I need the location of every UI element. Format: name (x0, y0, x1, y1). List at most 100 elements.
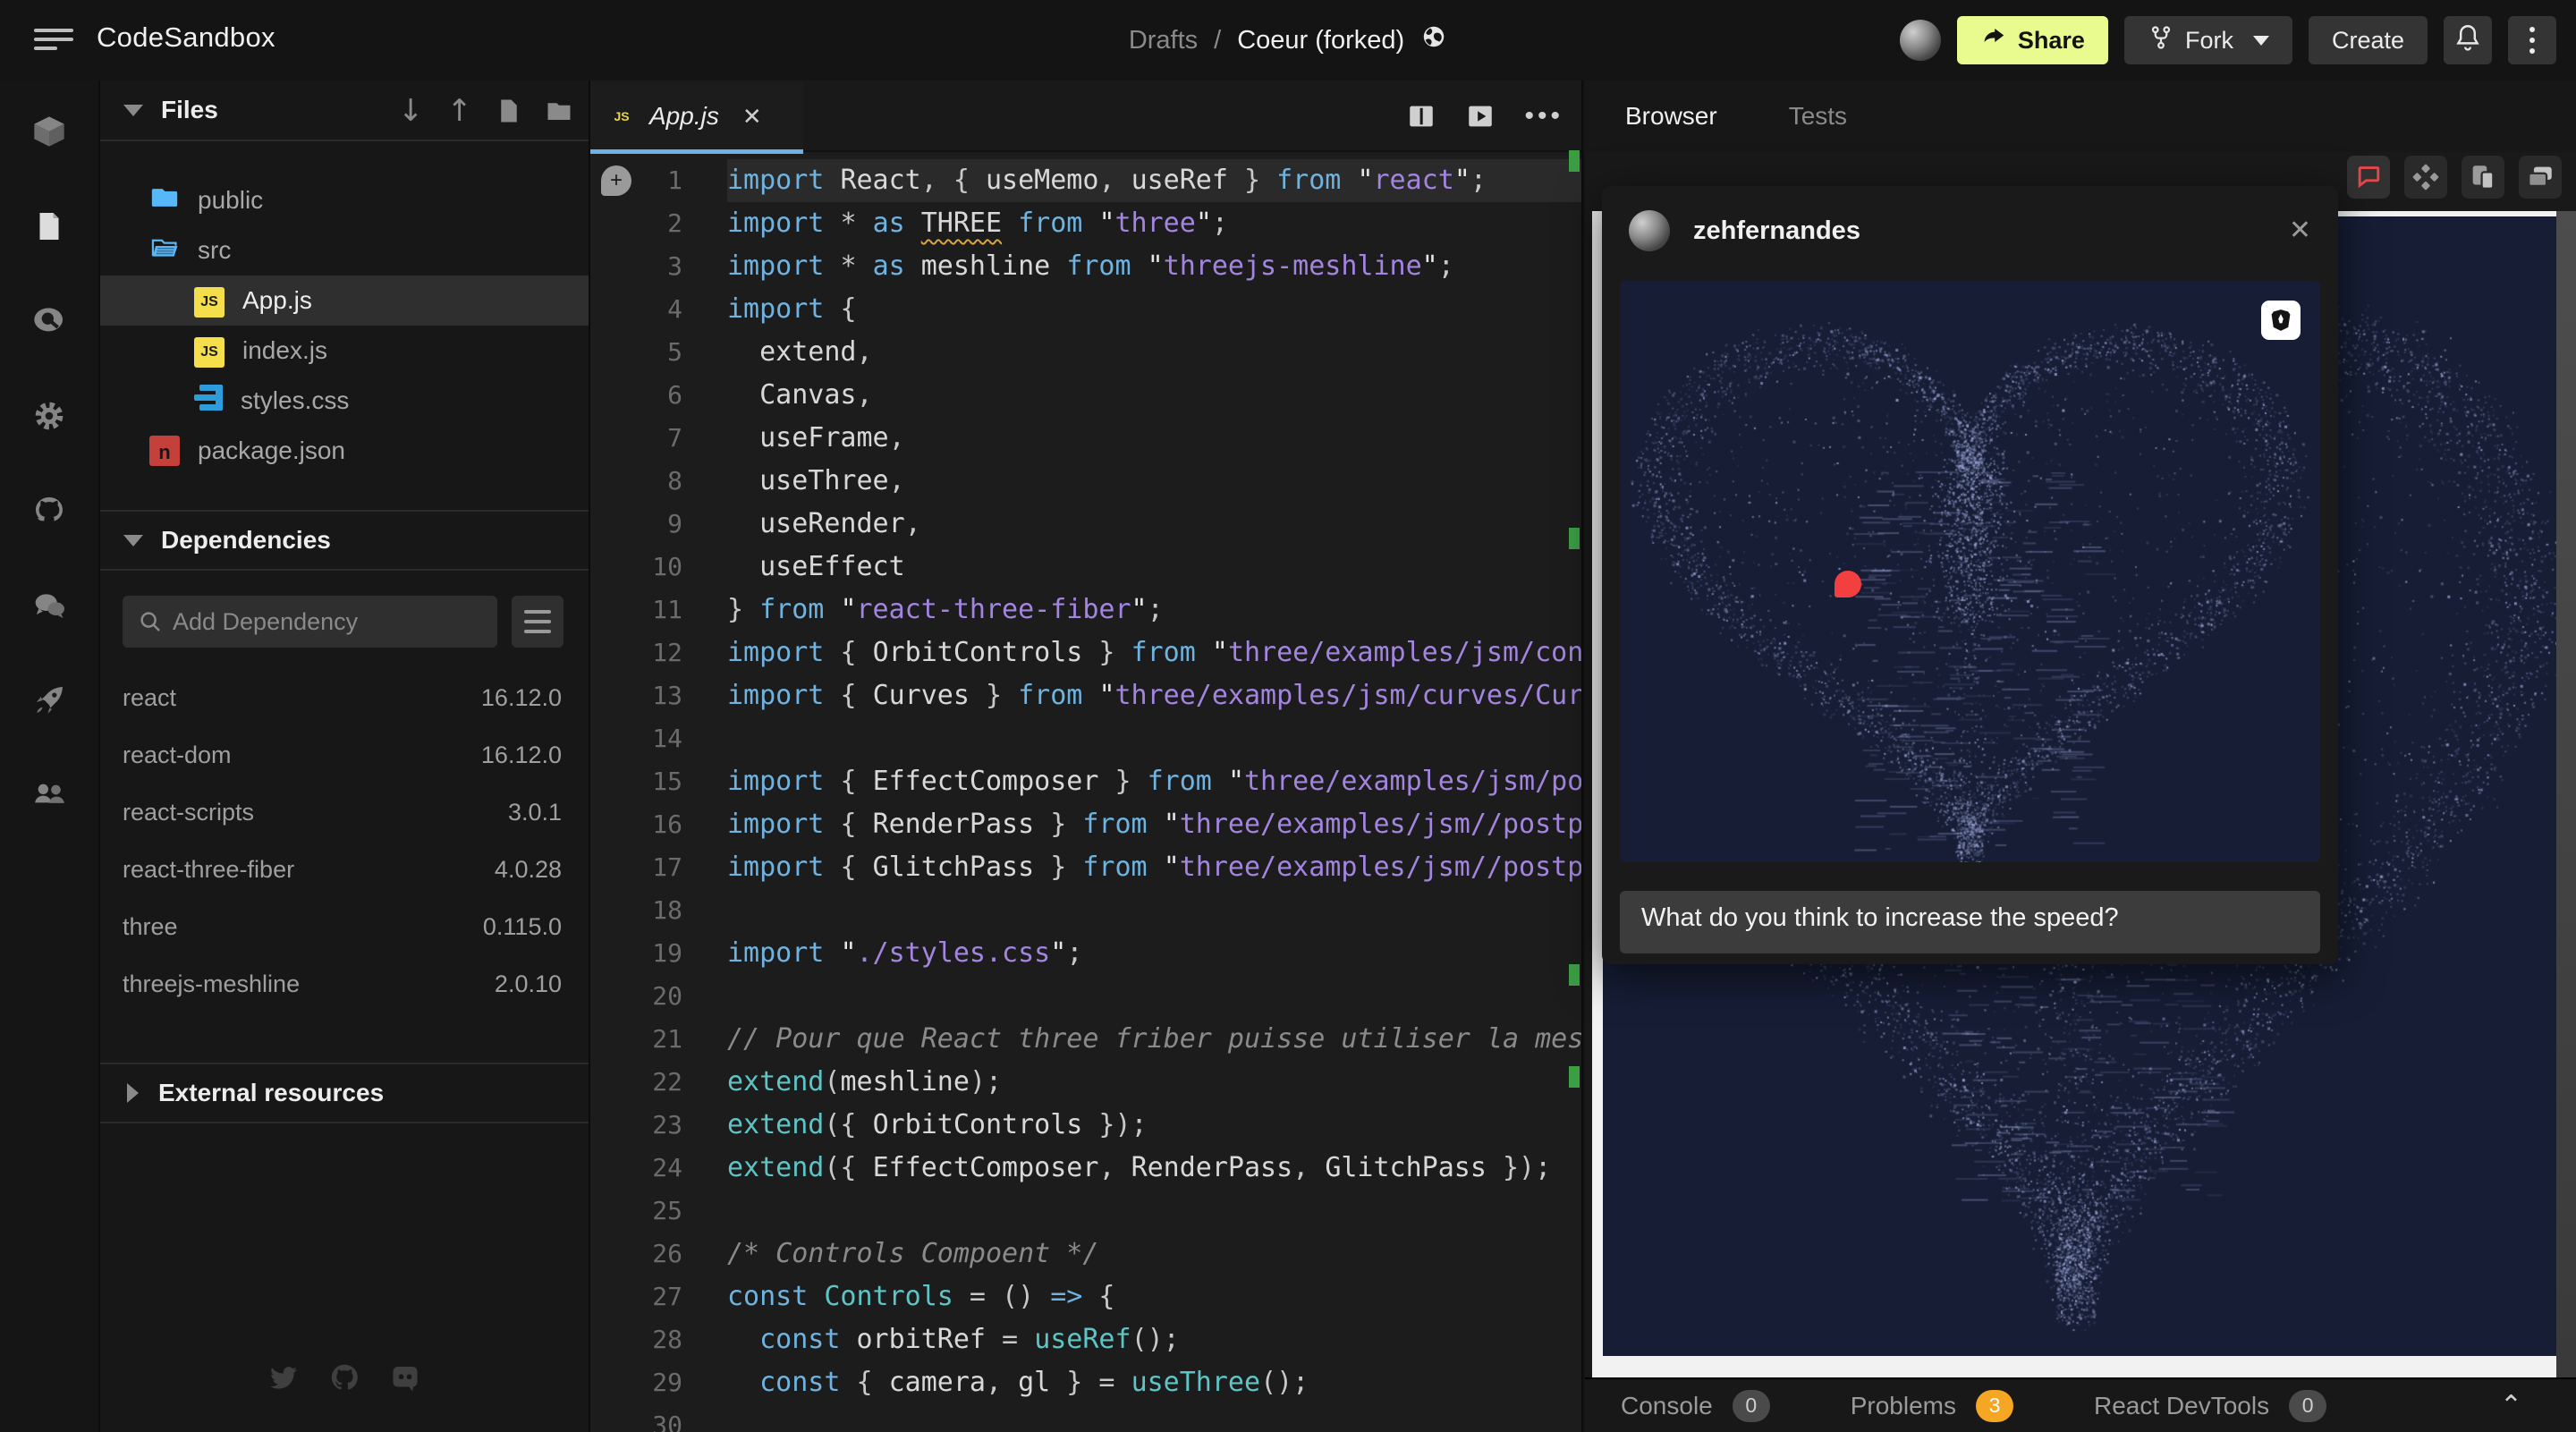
breadcrumb-current[interactable]: Coeur (forked) (1237, 26, 1404, 55)
code-text: import { OrbitControls } from "three/exa… (727, 631, 1581, 674)
dependency-row[interactable]: three 0.115.0 (100, 898, 589, 955)
code-text: import { Curves } from "three/examples/j… (727, 674, 1581, 717)
new-folder-icon[interactable] (546, 97, 572, 124)
tree-item-public[interactable]: public (100, 175, 589, 225)
dependency-menu-button[interactable] (512, 596, 564, 648)
tree-item-index.js[interactable]: JS index.js (100, 326, 589, 376)
tab-close-icon[interactable]: ✕ (742, 103, 762, 131)
twitter-icon[interactable] (267, 1361, 300, 1398)
fork-dropdown-caret-icon[interactable] (2253, 36, 2269, 46)
rail-item-comments-icon[interactable] (0, 574, 98, 637)
tree-item-styles.css[interactable]: styles.css (100, 376, 589, 426)
rail-item-search-icon[interactable] (0, 290, 98, 352)
status-react-devtools[interactable]: React DevTools 0 (2094, 1390, 2326, 1422)
line-number: 23 (590, 1104, 682, 1147)
tree-item-App.js[interactable]: JS App.js (100, 275, 589, 326)
split-view-icon[interactable] (1406, 101, 1436, 131)
commenter-avatar[interactable] (1629, 210, 1670, 251)
rail-item-rocket-icon[interactable] (0, 669, 98, 732)
dependency-row[interactable]: threejs-meshline 2.0.10 (100, 955, 589, 1013)
preview-run-icon[interactable] (1465, 101, 1496, 131)
preview-scrollbar[interactable] (2556, 211, 2576, 1377)
breadcrumb-parent[interactable]: Drafts (1129, 26, 1198, 55)
code-line-6: 6 Canvas, (590, 374, 1581, 417)
files-section-header[interactable]: Files ↓ ↑ (100, 80, 589, 141)
line-number: 5 (590, 331, 682, 374)
preview-tab-tests[interactable]: Tests (1789, 102, 1847, 131)
dependency-version: 3.0.1 (508, 799, 562, 826)
file-icon (33, 210, 65, 242)
line-number: 27 (590, 1275, 682, 1318)
dependency-row[interactable]: react-dom 16.12.0 (100, 726, 589, 784)
explorer-panel: Files ↓ ↑ public src JS App.js JS index.js styl… (98, 80, 590, 1432)
dependencies-section-header[interactable]: Dependencies (100, 510, 589, 571)
fork-button[interactable]: Fork (2124, 16, 2292, 64)
comment-button[interactable] (2347, 156, 2390, 199)
status-problems[interactable]: Problems 3 (1851, 1390, 2013, 1422)
add-dependency-field[interactable] (123, 596, 497, 648)
tab-appjs[interactable]: JS App.js ✕ (590, 80, 803, 152)
github-social-icon[interactable] (328, 1361, 360, 1398)
comment-marker-dot[interactable] (1835, 571, 1861, 597)
add-dependency-input[interactable] (173, 608, 441, 636)
comments-icon (31, 588, 67, 623)
more-icon[interactable]: ••• (1524, 101, 1563, 131)
collapse-triangle-icon (123, 535, 143, 547)
tree-item-package.json[interactable]: n package.json (100, 426, 589, 476)
globe-icon[interactable] (1420, 23, 1447, 57)
code-line-7: 7 useFrame, (590, 417, 1581, 460)
code-line-2: 2 import * as THREE from "three"; (590, 202, 1581, 245)
code-line-28: 28 const orbitRef = useRef(); (590, 1318, 1581, 1361)
code-line-21: 21// Pour que React three friber puisse … (590, 1018, 1581, 1061)
status-label: Problems (1851, 1392, 1956, 1420)
code-line-8: 8 useThree, (590, 460, 1581, 503)
upload-icon[interactable]: ↑ (447, 93, 473, 129)
js-file-icon: JS (194, 284, 225, 318)
preview-tab-browser[interactable]: Browser (1625, 102, 1717, 131)
more-options-button[interactable] (2508, 16, 2556, 64)
popup-close-icon[interactable]: ✕ (2289, 215, 2311, 246)
new-file-icon[interactable] (496, 97, 522, 124)
external-resources-header[interactable]: External resources (100, 1063, 589, 1123)
code-line-26: 26/* Controls Compoent */ (590, 1233, 1581, 1275)
dependency-row[interactable]: react-scripts 3.0.1 (100, 784, 589, 841)
collapse-triangle-icon (123, 105, 143, 116)
responsive-button[interactable] (2462, 156, 2504, 199)
rail-item-gear-icon[interactable] (0, 385, 98, 447)
code-area[interactable]: +1 import React, { useMemo, useRef } from… (590, 154, 1581, 1432)
notifications-button[interactable] (2444, 16, 2492, 64)
share-button[interactable]: Share (1957, 16, 2108, 64)
code-line-18: 18 (590, 889, 1581, 932)
code-text: useFrame, (727, 417, 1581, 460)
status-console[interactable]: Console 0 (1621, 1390, 1770, 1422)
rail-item-github-icon[interactable] (0, 479, 98, 542)
code-line-15: 15 import { EffectComposer } from "three/… (590, 760, 1581, 803)
line-number: 29 (590, 1361, 682, 1404)
rail-item-cube-icon[interactable] (0, 100, 98, 163)
share-icon (1980, 24, 2007, 57)
dependency-row[interactable]: react-three-fiber 4.0.28 (100, 841, 589, 898)
comment-message-box[interactable]: What do you think to increase the speed? (1620, 891, 2320, 953)
windows-button[interactable] (2519, 156, 2562, 199)
download-icon[interactable]: ↓ (398, 93, 424, 129)
comment-bubble-icon[interactable]: + (601, 165, 631, 196)
gear-icon (32, 399, 66, 433)
tree-item-src[interactable]: src (100, 225, 589, 275)
dependency-name: react-dom (123, 741, 232, 769)
rail-item-team-icon[interactable] (0, 764, 98, 826)
dependency-row[interactable]: react 16.12.0 (100, 669, 589, 726)
line-number: 16 (590, 803, 682, 846)
rail-item-file-icon[interactable] (0, 195, 98, 258)
tree-item-label: styles.css (241, 386, 349, 415)
line-number: 30 (590, 1404, 682, 1432)
statusbar-expand-chevron-icon[interactable]: ⌃ (2500, 1390, 2522, 1421)
create-button[interactable]: Create (2309, 16, 2428, 64)
user-avatar[interactable] (1900, 20, 1941, 61)
code-text (727, 1404, 1581, 1432)
brave-shield-icon[interactable] (2261, 301, 2301, 340)
deploy-diamonds-button[interactable] (2404, 156, 2447, 199)
code-line-24: 24 extend({ EffectComposer, RenderPass, G… (590, 1147, 1581, 1190)
discord-icon[interactable] (389, 1361, 421, 1398)
line-number: 14 (590, 717, 682, 760)
code-text: Canvas, (727, 374, 1581, 417)
